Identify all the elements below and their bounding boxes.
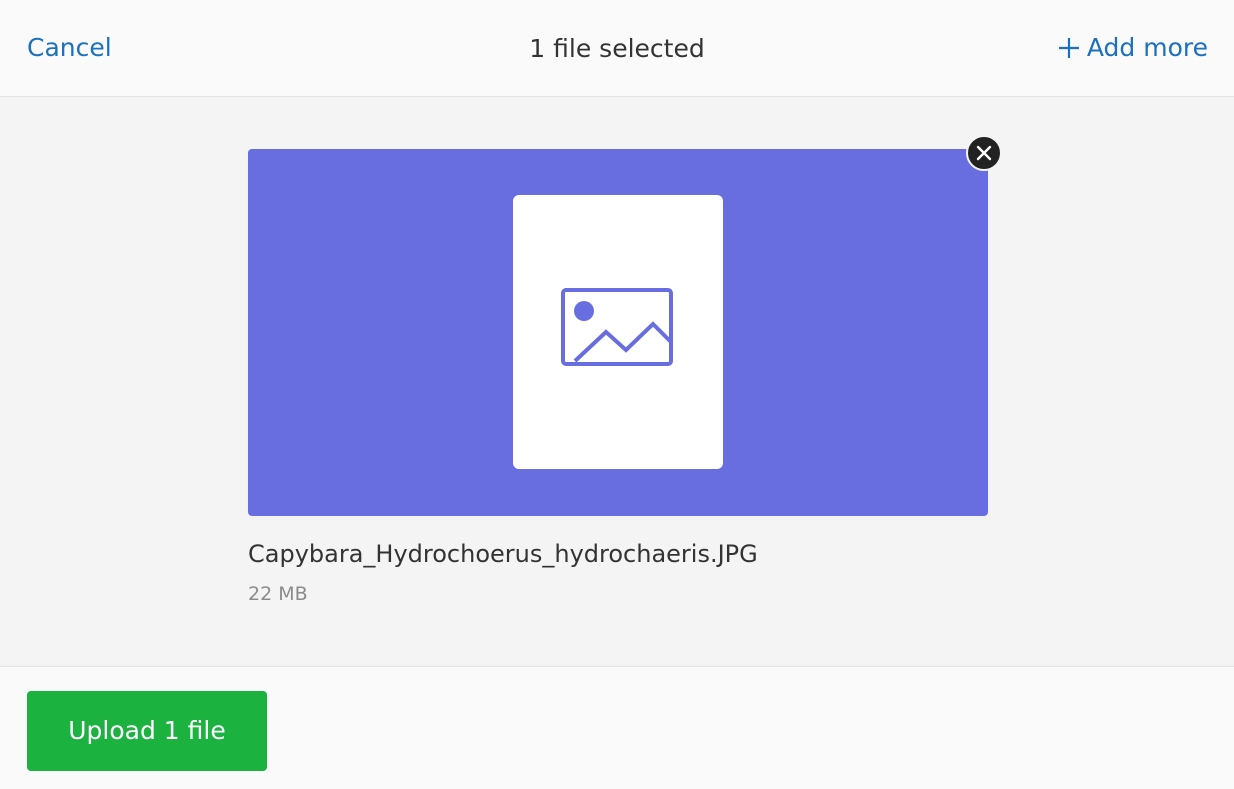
add-more-button[interactable]: Add more (1057, 30, 1208, 66)
file-preview (248, 149, 988, 516)
file-list: Capybara_Hydrochoerus_hydrochaeris.JPG 2… (0, 97, 1234, 666)
image-icon (561, 288, 673, 366)
document-icon (513, 195, 723, 469)
footer-bar: Upload 1 file (0, 666, 1234, 789)
top-bar: Cancel 1 file selected Add more (0, 0, 1234, 97)
upload-button[interactable]: Upload 1 file (27, 691, 267, 771)
close-icon (976, 145, 992, 161)
file-name: Capybara_Hydrochoerus_hydrochaeris.JPG (248, 540, 758, 568)
file-size: 22 MB (248, 583, 308, 605)
remove-file-button[interactable] (966, 135, 1002, 171)
page-title: 1 file selected (529, 34, 705, 63)
plus-icon (1058, 38, 1079, 58)
add-more-label: Add more (1086, 33, 1208, 62)
